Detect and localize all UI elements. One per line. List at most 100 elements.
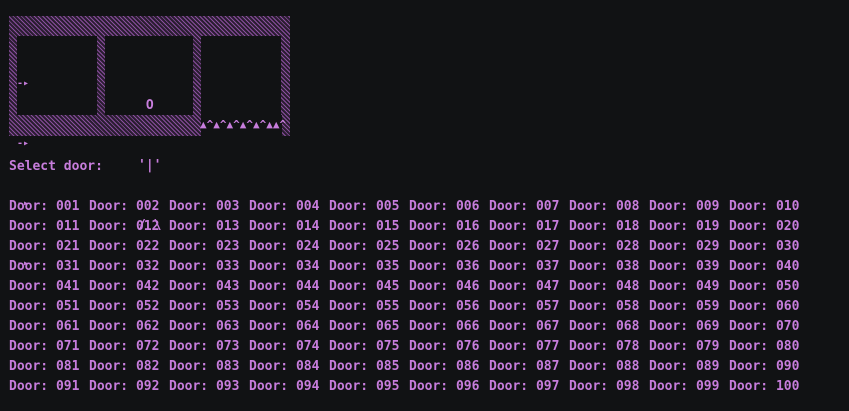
door-option[interactable]: Door: 044 [249,277,329,297]
door-option[interactable]: Door: 070 [729,317,809,337]
door-option[interactable]: Door: 009 [649,197,729,217]
door-option[interactable]: Door: 051 [9,297,89,317]
door-option[interactable]: Door: 014 [249,217,329,237]
door-option[interactable]: Door: 016 [409,217,489,237]
door-option[interactable]: Door: 064 [249,317,329,337]
door-option[interactable]: Door: 097 [489,377,569,397]
door-option[interactable]: Door: 060 [729,297,809,317]
door-option[interactable]: Door: 015 [329,217,409,237]
door-option[interactable]: Door: 030 [729,237,809,257]
door-option[interactable]: Door: 038 [569,257,649,277]
door-option[interactable]: Door: 048 [569,277,649,297]
door-option[interactable]: Door: 078 [569,337,649,357]
door-option[interactable]: Door: 007 [489,197,569,217]
door-option[interactable]: Door: 099 [649,377,729,397]
door-option[interactable]: Door: 028 [569,237,649,257]
door-option[interactable]: Door: 066 [409,317,489,337]
door-option[interactable]: Door: 024 [249,237,329,257]
door-option[interactable]: Door: 046 [409,277,489,297]
door-option[interactable]: Door: 021 [9,237,89,257]
door-option[interactable]: Door: 049 [649,277,729,297]
door-option[interactable]: Door: 012 [89,217,169,237]
door-option[interactable]: Door: 010 [729,197,809,217]
door-option[interactable]: Door: 050 [729,277,809,297]
door-option[interactable]: Door: 080 [729,337,809,357]
door-option[interactable]: Door: 095 [329,377,409,397]
door-option[interactable]: Door: 008 [569,197,649,217]
door-option[interactable]: Door: 093 [169,377,249,397]
door-option[interactable]: Door: 042 [89,277,169,297]
door-option[interactable]: Door: 074 [249,337,329,357]
door-option[interactable]: Door: 003 [169,197,249,217]
door-option[interactable]: Door: 086 [409,357,489,377]
door-option[interactable]: Door: 006 [409,197,489,217]
door-option[interactable]: Door: 084 [249,357,329,377]
door-option[interactable]: Door: 005 [329,197,409,217]
door-option[interactable]: Door: 098 [569,377,649,397]
door-option[interactable]: Door: 033 [169,257,249,277]
door-option[interactable]: Door: 071 [9,337,89,357]
door-option[interactable]: Door: 004 [249,197,329,217]
door-option[interactable]: Door: 043 [169,277,249,297]
door-option[interactable]: Door: 011 [9,217,89,237]
door-option[interactable]: Door: 094 [249,377,329,397]
door-option[interactable]: Door: 053 [169,297,249,317]
door-option[interactable]: Door: 022 [89,237,169,257]
door-option[interactable]: Door: 058 [569,297,649,317]
door-option[interactable]: Door: 056 [409,297,489,317]
door-option[interactable]: Door: 025 [329,237,409,257]
door-option[interactable]: Door: 090 [729,357,809,377]
door-option[interactable]: Door: 052 [89,297,169,317]
door-option[interactable]: Door: 037 [489,257,569,277]
door-option[interactable]: Door: 083 [169,357,249,377]
door-option[interactable]: Door: 061 [9,317,89,337]
door-option[interactable]: Door: 001 [9,197,89,217]
door-option[interactable]: Door: 055 [329,297,409,317]
door-option[interactable]: Door: 073 [169,337,249,357]
door-option[interactable]: Door: 081 [9,357,89,377]
door-option[interactable]: Door: 068 [569,317,649,337]
door-option[interactable]: Door: 039 [649,257,729,277]
door-option[interactable]: Door: 076 [409,337,489,357]
door-option[interactable]: Door: 019 [649,217,729,237]
door-option[interactable]: Door: 077 [489,337,569,357]
door-option[interactable]: Door: 087 [489,357,569,377]
door-option[interactable]: Door: 100 [729,377,809,397]
door-option[interactable]: Door: 036 [409,257,489,277]
door-option[interactable]: Door: 032 [89,257,169,277]
door-option[interactable]: Door: 023 [169,237,249,257]
door-option[interactable]: Door: 057 [489,297,569,317]
door-option[interactable]: Door: 082 [89,357,169,377]
door-option[interactable]: Door: 079 [649,337,729,357]
door-option[interactable]: Door: 013 [169,217,249,237]
door-option[interactable]: Door: 020 [729,217,809,237]
door-option[interactable]: Door: 031 [9,257,89,277]
door-option[interactable]: Door: 059 [649,297,729,317]
door-option[interactable]: Door: 041 [9,277,89,297]
door-option[interactable]: Door: 085 [329,357,409,377]
door-option[interactable]: Door: 067 [489,317,569,337]
door-option[interactable]: Door: 034 [249,257,329,277]
door-option[interactable]: Door: 045 [329,277,409,297]
door-option[interactable]: Door: 002 [89,197,169,217]
door-option[interactable]: Door: 096 [409,377,489,397]
door-option[interactable]: Door: 062 [89,317,169,337]
door-option[interactable]: Door: 092 [89,377,169,397]
door-option[interactable]: Door: 035 [329,257,409,277]
door-option[interactable]: Door: 069 [649,317,729,337]
door-option[interactable]: Door: 017 [489,217,569,237]
door-option[interactable]: Door: 026 [409,237,489,257]
door-option[interactable]: Door: 040 [729,257,809,277]
door-option[interactable]: Door: 054 [249,297,329,317]
door-option[interactable]: Door: 065 [329,317,409,337]
door-option[interactable]: Door: 018 [569,217,649,237]
door-option[interactable]: Door: 075 [329,337,409,357]
door-option[interactable]: Door: 091 [9,377,89,397]
door-option[interactable]: Door: 047 [489,277,569,297]
door-option[interactable]: Door: 088 [569,357,649,377]
door-option[interactable]: Door: 027 [489,237,569,257]
door-option[interactable]: Door: 089 [649,357,729,377]
door-option[interactable]: Door: 063 [169,317,249,337]
door-option[interactable]: Door: 029 [649,237,729,257]
door-option[interactable]: Door: 072 [89,337,169,357]
